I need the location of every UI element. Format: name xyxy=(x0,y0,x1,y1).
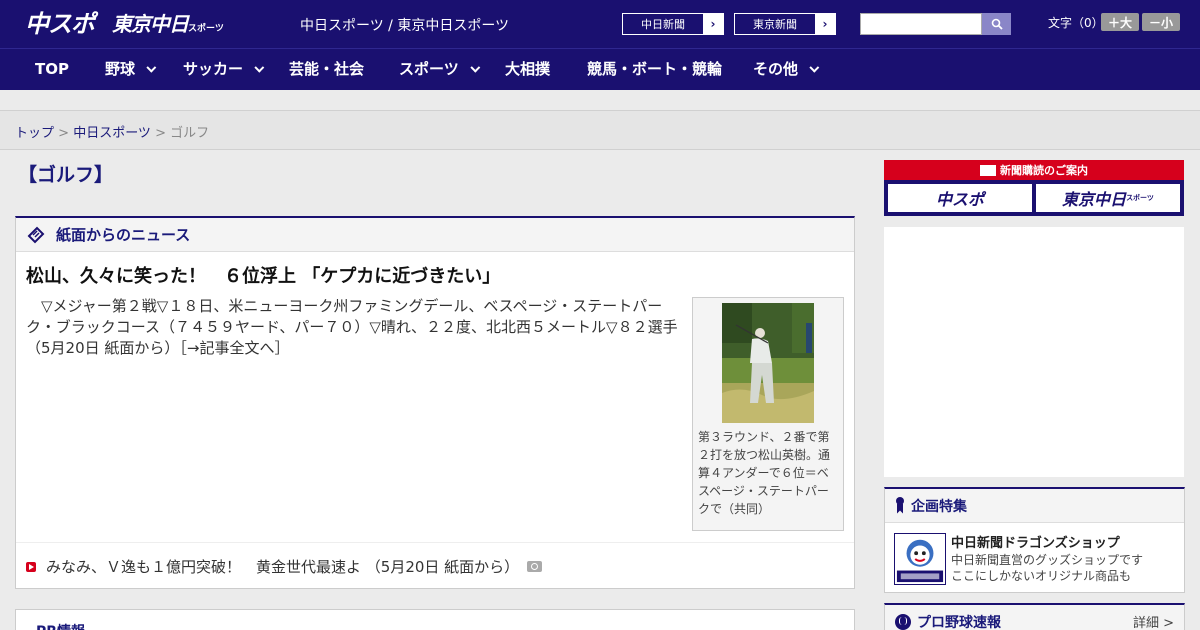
tokyo-chunichi-logo[interactable]: 東京中日スポーツ xyxy=(112,8,224,40)
breadcrumb-separator: > xyxy=(54,126,74,141)
nav-label: その他 xyxy=(753,60,799,78)
advertisement-slot xyxy=(884,227,1184,477)
feature-desc-line: ここにしかないオリジナル商品も xyxy=(951,569,1132,583)
nav-item-entertainment[interactable]: 芸能・社会 xyxy=(289,49,364,90)
tokyo-shimbun-label: 東京新聞 xyxy=(753,18,797,31)
nav-label: 競馬・ボート・競輪 xyxy=(587,60,723,78)
feature-box: 企画特集 中日新聞ドラゴンズショップ 中日新聞直営のグッズショップです ここにし… xyxy=(884,487,1185,593)
camera-icon xyxy=(527,561,543,572)
site-links[interactable]: 中日スポーツ / 東京中日スポーツ xyxy=(300,15,509,35)
chunichi-shimbun-label: 中日新聞 xyxy=(641,18,685,31)
nav-item-top[interactable]: TOP xyxy=(35,49,69,90)
read-more-link[interactable]: ［→記事全文へ］ xyxy=(179,339,289,357)
baseball-scores-box: プロ野球速報 詳細 > xyxy=(884,603,1185,630)
chunichi-shimbun-link[interactable]: 中日新聞 › xyxy=(622,13,724,35)
tile-tokyo-small: スポーツ xyxy=(1126,194,1154,202)
baseball-box-header: プロ野球速報 詳細 > xyxy=(885,605,1184,630)
news-box: 紙面からのニュース 松山、久々に笑った！ ６位浮上 「ケプカに近づきたい」 ▽メ… xyxy=(15,216,855,589)
feature-item-title[interactable]: 中日新聞ドラゴンズショップ xyxy=(951,532,1120,551)
news-divider xyxy=(16,542,854,543)
subscription-banner[interactable]: 新聞購読のご案内 中スポ 東京中日 スポーツ xyxy=(884,160,1184,216)
tokyo-logo-text: 東京中日 xyxy=(112,12,189,36)
chevron-right-icon: › xyxy=(815,14,835,34)
photo-caption: 第３ラウンド、２番で第２打を放つ松山英樹。通算４アンダーで６位＝ベスページ・ステ… xyxy=(698,430,831,516)
nav-item-sports[interactable]: スポーツ xyxy=(399,49,480,90)
feature-desc-line: 中日新聞直営のグッズショップです xyxy=(951,553,1144,567)
pr-title: PR情報 xyxy=(36,621,85,630)
font-larger-button[interactable]: ＋大 xyxy=(1101,13,1139,31)
breadcrumb-current: ゴルフ xyxy=(170,126,210,141)
tile-tokyo-text: 東京中日 xyxy=(1062,190,1127,209)
news-box-header: 紙面からのニュース xyxy=(16,218,854,252)
search-input[interactable] xyxy=(860,13,982,35)
photo-box: 第３ラウンド、２番で第２打を放つ松山英樹。通算４アンダーで６位＝ベスページ・ステ… xyxy=(692,297,844,531)
chuspo-logo[interactable]: 中スポ xyxy=(25,8,95,40)
baseball-detail-link[interactable]: 詳細 > xyxy=(1133,612,1174,630)
nav-label: 野球 xyxy=(105,60,136,78)
article-summary: ▽メジャー第２戦▽１８日、米ニューヨーク州ファミングデール、ベスページ・ステート… xyxy=(26,296,686,359)
nav-item-sumo[interactable]: 大相撲 xyxy=(505,49,550,90)
feature-box-header: 企画特集 xyxy=(885,489,1184,523)
nav-label: サッカー xyxy=(183,60,244,78)
subscription-label: 新聞購読のご案内 xyxy=(1000,164,1088,177)
nav-label: 大相撲 xyxy=(505,60,551,78)
top-header: 中スポ 東京中日スポーツ 中日スポーツ / 東京中日スポーツ 中日新聞 › 東京… xyxy=(0,0,1200,48)
breadcrumb-section[interactable]: 中日スポーツ xyxy=(73,126,151,141)
search-button[interactable] xyxy=(982,13,1011,35)
breadcrumb: トップ > 中日スポーツ > ゴルフ xyxy=(15,122,209,141)
nav-item-other[interactable]: その他 xyxy=(753,49,820,90)
baseball-title: プロ野球速報 xyxy=(917,614,1001,630)
page-title: 【ゴルフ】 xyxy=(18,164,114,186)
nav-item-soccer[interactable]: サッカー xyxy=(183,49,265,90)
pr-box: PR情報 xyxy=(15,609,855,630)
news-headline[interactable]: 松山、久々に笑った！ ６位浮上 「ケプカに近づきたい」 xyxy=(26,262,500,288)
font-smaller-button[interactable]: －小 xyxy=(1142,13,1180,31)
news-section-title: 紙面からのニュース xyxy=(56,226,191,244)
related-news-item[interactable]: みなみ、Ｖ逸も１億円突破！ 黄金世代最速よ （5月20日 紙面から） xyxy=(26,556,543,577)
newspaper-icon xyxy=(27,226,45,243)
font-size-label: 文字（0） xyxy=(1048,16,1104,30)
ribbon-icon xyxy=(895,496,905,515)
nav-label: スポーツ xyxy=(399,60,459,78)
breadcrumb-separator: > xyxy=(150,126,171,141)
dragons-shop-thumbnail[interactable] xyxy=(894,533,946,585)
golfer-photo[interactable] xyxy=(722,303,814,423)
chevron-down-icon xyxy=(809,62,820,73)
chevron-down-icon xyxy=(254,62,265,73)
subscription-bar: 新聞購読のご案内 xyxy=(884,160,1184,180)
chevron-down-icon xyxy=(470,62,480,73)
chevron-down-icon xyxy=(146,62,157,73)
feature-title: 企画特集 xyxy=(911,498,967,515)
tokyo-chunichi-subscribe-tile[interactable]: 東京中日 スポーツ xyxy=(1036,184,1180,212)
baseball-icon xyxy=(895,613,911,630)
main-nav: TOP 野球 サッカー 芸能・社会 スポーツ 大相撲 競馬・ボート・競輪 その他 xyxy=(0,48,1200,90)
breadcrumb-home[interactable]: トップ xyxy=(15,126,54,141)
play-arrow-icon xyxy=(26,561,36,572)
chuspo-subscribe-tile[interactable]: 中スポ xyxy=(888,184,1032,212)
nav-item-keiba[interactable]: 競馬・ボート・競輪 xyxy=(587,49,722,90)
newspaper-icon xyxy=(980,164,996,176)
tokyo-logo-small: スポーツ xyxy=(188,24,224,34)
related-news-text: みなみ、Ｖ逸も１億円突破！ 黄金世代最速よ （5月20日 紙面から） xyxy=(46,558,520,576)
nav-item-baseball[interactable]: 野球 xyxy=(105,49,157,90)
tokyo-shimbun-link[interactable]: 東京新聞 › xyxy=(734,13,836,35)
feature-item-desc: 中日新聞直営のグッズショップです ここにしかないオリジナル商品も xyxy=(951,552,1143,584)
chevron-right-icon: › xyxy=(703,14,723,34)
nav-label: TOP xyxy=(35,60,69,78)
article-body-text: ▽メジャー第２戦▽１８日、米ニューヨーク州ファミングデール、ベスページ・ステート… xyxy=(26,297,678,357)
nav-label: 芸能・社会 xyxy=(289,60,365,78)
search-icon xyxy=(991,18,1003,30)
